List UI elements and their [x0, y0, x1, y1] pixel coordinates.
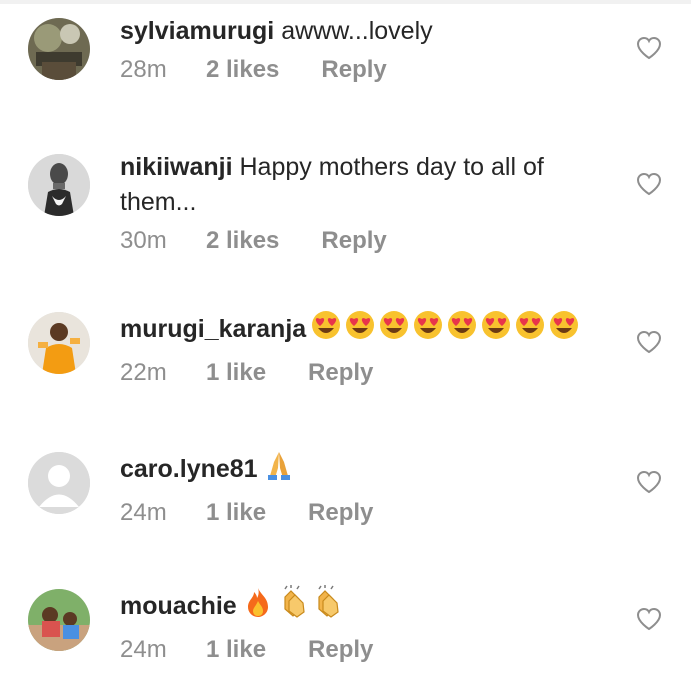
reply-button[interactable]: Reply — [321, 55, 386, 85]
heart-eyes-emoji — [550, 311, 579, 339]
avatar-murugi-karanja[interactable] — [28, 312, 90, 374]
heart-eyes-emoji — [482, 311, 511, 339]
heart-eyes-emoji — [312, 311, 341, 339]
avatar-sylviamurugi[interactable] — [28, 18, 90, 80]
comment-text: caro.lyne81 — [120, 448, 590, 492]
reply-button[interactable]: Reply — [321, 226, 386, 256]
comment-likes-count[interactable]: 1 like — [206, 635, 266, 665]
heart-eyes-emoji — [346, 311, 375, 339]
comment-meta: 24m 1 like Reply — [120, 635, 590, 665]
comment-time: 24m — [120, 499, 167, 526]
default-avatar[interactable] — [28, 452, 90, 514]
comment-username[interactable]: nikiiwanji — [120, 153, 233, 181]
comment-meta: 24m 1 like Reply — [120, 498, 590, 528]
comment-text: murugi_karanja — [120, 308, 590, 352]
heart-outline-icon[interactable] — [636, 36, 662, 60]
reply-button[interactable]: Reply — [308, 358, 373, 388]
comment-username[interactable]: murugi_karanja — [120, 315, 306, 343]
comment-time: 24m — [120, 636, 167, 663]
heart-outline-icon[interactable] — [636, 470, 662, 494]
comment-body: awww...lovely — [281, 17, 433, 45]
comment-text: sylviamurugi awww...lovely — [120, 14, 590, 49]
heart-eyes-emoji — [448, 311, 477, 339]
heart-outline-icon[interactable] — [636, 330, 662, 354]
heart-outline-icon[interactable] — [636, 172, 662, 196]
top-divider — [0, 0, 691, 4]
comment-likes-count[interactable]: 2 likes — [206, 55, 279, 85]
avatar-mouachie[interactable] — [28, 589, 90, 651]
comment-text: nikiiwanji Happy mothers day to all of t… — [120, 150, 590, 220]
comment-time: 28m — [120, 56, 167, 83]
folded-hands-emoji — [262, 448, 296, 492]
comment-likes-count[interactable]: 2 likes — [206, 226, 279, 256]
comment-meta: 28m 2 likes Reply — [120, 55, 590, 85]
heart-eyes-emoji — [380, 311, 409, 339]
avatar-nikiiwanji[interactable] — [28, 154, 90, 216]
comment-username[interactable]: mouachie — [120, 592, 237, 620]
comment-time: 30m — [120, 227, 167, 254]
heart-outline-icon[interactable] — [636, 607, 662, 631]
comment-meta: 22m 1 like Reply — [120, 358, 590, 388]
comment-time: 22m — [120, 359, 167, 386]
reply-button[interactable]: Reply — [308, 635, 373, 665]
reply-button[interactable]: Reply — [308, 498, 373, 528]
heart-eyes-emoji-run — [310, 308, 582, 352]
comment-likes-count[interactable]: 1 like — [206, 358, 266, 388]
comment-meta: 30m 2 likes Reply — [120, 226, 590, 256]
comment-text: mouachie — [120, 585, 590, 629]
comment-username[interactable]: sylviamurugi — [120, 17, 274, 45]
comment-likes-count[interactable]: 1 like — [206, 498, 266, 528]
heart-eyes-emoji — [414, 311, 443, 339]
heart-eyes-emoji — [516, 311, 545, 339]
fire-clap-emoji-run — [241, 585, 345, 629]
comment-username[interactable]: caro.lyne81 — [120, 455, 258, 483]
